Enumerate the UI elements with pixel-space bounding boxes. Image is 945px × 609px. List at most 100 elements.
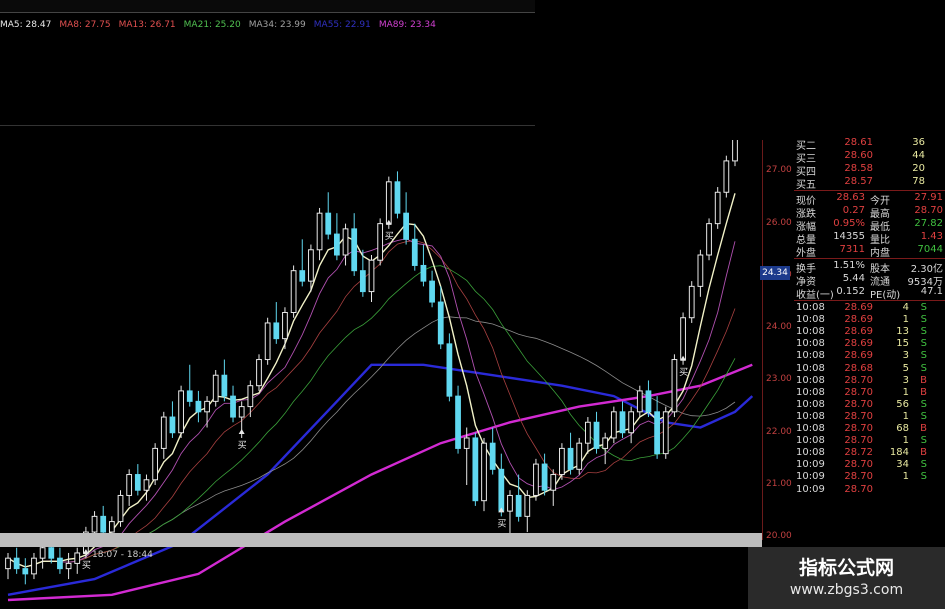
bid-volume: 20: [912, 163, 925, 174]
ma-line-ma21: [7, 265, 736, 568]
tick-price: 28.69: [844, 338, 873, 350]
buy-signal-label: 买: [238, 440, 247, 451]
trade-tick-row: 10:08 28.70 56 S: [794, 399, 945, 412]
tick-volume: 13: [896, 326, 909, 338]
candle-up: [671, 359, 678, 413]
candle-down: [455, 395, 461, 449]
stat-row: 外盘 7311 内盘 7044: [794, 244, 945, 259]
quote-panel: 买二 28.61 36 买三 28.60 44 买四 28.58 20 买五 28.57 78 现价 28…: [794, 137, 945, 540]
stat-label: 内盘: [870, 248, 890, 259]
bid-volume: 44: [912, 150, 925, 161]
watermark-url: www.zbgs3.com: [789, 582, 904, 598]
tick-side: S: [920, 471, 927, 483]
trade-tick-row: 10:08 28.70 68 B: [794, 423, 945, 436]
tick-volume: 4: [902, 302, 909, 313]
tick-time: 10:08: [796, 338, 825, 350]
y-tick-label: 22.00: [766, 426, 792, 437]
trade-tick-row: 10:09 28.70 34 S: [794, 459, 945, 472]
tick-time: 10:08: [796, 423, 825, 434]
tick-time: 10:08: [796, 398, 825, 410]
trade-tick-row: 10:08 28.70 3 B: [794, 375, 945, 388]
candle-up: [714, 191, 721, 225]
tick-price: 28.70: [844, 398, 873, 410]
bid-price: 28.61: [844, 137, 873, 148]
tick-volume: 1: [902, 471, 909, 483]
candle-down: [273, 322, 280, 340]
candle-down: [593, 421, 600, 449]
y-tick-label: 21.00: [766, 479, 792, 489]
trade-tick-row: 10:08 28.69 15 S: [794, 338, 945, 351]
candle-down: [186, 390, 193, 402]
candle-up: [342, 228, 349, 256]
bid-price: 28.60: [844, 150, 873, 161]
candle-up: [126, 474, 133, 496]
bid-row: 买二 28.61 36: [794, 137, 945, 152]
buy-signal-label: 买: [679, 367, 688, 378]
tick-price: 28.70: [844, 423, 873, 434]
tick-volume: 34: [896, 459, 909, 471]
price-axis: 27.0026.0025.0024.0023.0022.0021.0020.00…: [762, 140, 794, 594]
current-price-tag: 24.34: [760, 266, 790, 280]
candle-up: [662, 411, 669, 455]
candle-down: [351, 228, 358, 272]
candle-up: [91, 515, 98, 533]
tick-time: 10:09: [796, 471, 825, 483]
stat-label: 外盘: [796, 248, 816, 259]
stat-value: 47.1: [920, 286, 943, 297]
tick-price: 28.70: [844, 386, 873, 398]
candle-up: [264, 322, 271, 361]
y-tick-label: 20.00: [766, 531, 792, 542]
trade-tick-row: 10:08 28.70 1 B: [794, 387, 945, 400]
watermark-title: 指标公式网: [798, 557, 894, 579]
candle-up: [31, 557, 37, 575]
tick-price: 28.70: [844, 471, 873, 483]
tick-price: 28.70: [844, 483, 873, 495]
tick-side: S: [920, 314, 927, 326]
buy-signal-label: 买: [497, 518, 506, 529]
candle-up: [628, 411, 635, 434]
tick-side: S: [920, 362, 927, 374]
candle-up: [316, 212, 323, 251]
stat-value: 7311: [839, 244, 865, 255]
candle-down: [13, 557, 20, 570]
tick-volume: 1: [902, 410, 909, 422]
quote-divider: [794, 190, 945, 191]
stat-value: 27.82: [914, 218, 943, 229]
candle-down: [429, 280, 435, 303]
tick-side: S: [920, 350, 927, 362]
candle-up: [160, 416, 167, 449]
candle-up: [524, 494, 531, 517]
tick-side: S: [920, 459, 927, 471]
stat-label: PE(动): [870, 290, 901, 301]
candle-up: [550, 474, 557, 491]
tick-price: 28.70: [844, 435, 873, 447]
ma-line-ma34: [7, 316, 736, 568]
time-scrollbar[interactable]: [0, 533, 762, 547]
candle-up: [39, 547, 46, 559]
tick-volume: 3: [902, 350, 909, 362]
candle-up: [706, 223, 712, 256]
tick-volume: 3: [902, 374, 909, 386]
tick-time: 10:08: [796, 386, 825, 398]
tick-side: S: [920, 435, 927, 447]
candle-down: [619, 411, 626, 434]
candle-up: [576, 442, 583, 470]
candle-up: [602, 437, 609, 449]
trade-tick-row: 10:08 28.70 1 S: [794, 435, 945, 448]
stat-value: 0.152: [836, 286, 865, 297]
tick-side: B: [920, 386, 927, 398]
tick-time: 10:08: [796, 302, 825, 313]
candle-up: [212, 374, 219, 402]
candle-up: [610, 411, 617, 439]
tick-price: 28.68: [844, 362, 873, 374]
stat-row: 涨幅 0.95% 最低 27.82: [794, 218, 945, 233]
stat-row: 收益(一) 0.152 PE(动) 47.1: [794, 286, 945, 301]
bid-price: 28.58: [844, 163, 873, 174]
tick-price: 28.69: [844, 302, 873, 313]
tick-time: 10:08: [796, 435, 825, 447]
candle-down: [446, 343, 453, 397]
stat-value: 28.63: [836, 192, 865, 203]
stat-row: 总量 14355 量比 1.43: [794, 231, 945, 246]
trade-tick-row: 10:08 28.69 13 S: [794, 326, 945, 339]
candle-up: [108, 521, 115, 533]
